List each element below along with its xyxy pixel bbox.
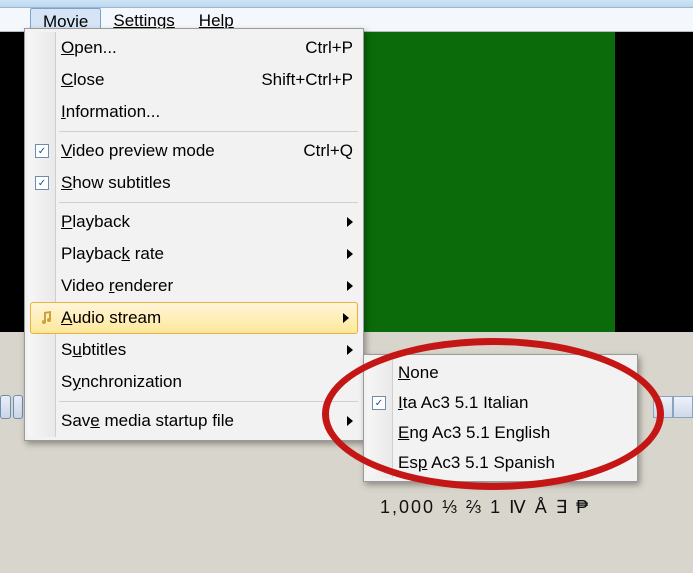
submenu-arrow-icon (347, 345, 353, 355)
audio-stream-submenu: None ✓ Ita Ac3 5.1 Italian Eng Ac3 5.1 E… (363, 354, 638, 482)
menu-item-open[interactable]: Open... Ctrl+P (27, 32, 361, 64)
menu-item-show-subtitles[interactable]: ✓ Show subtitles (27, 167, 361, 199)
right-control-strip (653, 396, 693, 418)
checkbox-icon: ✓ (35, 176, 49, 190)
right-control-seg[interactable] (653, 396, 673, 418)
menu-item-playback[interactable]: Playback (27, 206, 361, 238)
submenu-arrow-icon (347, 217, 353, 227)
right-control-seg[interactable] (673, 396, 693, 418)
submenu-arrow-icon (347, 281, 353, 291)
shortcut-label: Ctrl+Q (303, 141, 353, 161)
menu-separator (59, 131, 358, 132)
movie-menu-dropdown: Open... Ctrl+P Close Shift+Ctrl+P Inform… (24, 28, 364, 441)
menu-item-save-startup-file[interactable]: Save media startup file (27, 405, 361, 437)
submenu-arrow-icon (343, 313, 349, 323)
checkbox-icon: ✓ (35, 144, 49, 158)
menu-separator (59, 202, 358, 203)
menu-item-information[interactable]: Information... (27, 96, 361, 128)
menu-item-audio-stream[interactable]: Audio stream (30, 302, 358, 334)
audio-option-spanish[interactable]: Esp Ac3 5.1 Spanish (366, 448, 635, 478)
menu-item-video-preview[interactable]: ✓ Video preview mode Ctrl+Q (27, 135, 361, 167)
play-button[interactable] (13, 395, 24, 419)
submenu-arrow-icon (347, 416, 353, 426)
audio-option-none[interactable]: None (366, 358, 635, 388)
audio-option-english[interactable]: Eng Ac3 5.1 English (366, 418, 635, 448)
menu-item-playback-rate[interactable]: Playback rate (27, 238, 361, 270)
menu-separator (59, 401, 358, 402)
playback-controls-strip (0, 395, 25, 425)
prev-button[interactable] (0, 395, 11, 419)
submenu-arrow-icon (347, 249, 353, 259)
audio-option-italian[interactable]: ✓ Ita Ac3 5.1 Italian (366, 388, 635, 418)
menu-item-synchronization[interactable]: Synchronization (27, 366, 361, 398)
shortcut-label: Ctrl+P (305, 38, 353, 58)
menu-item-video-renderer[interactable]: Video renderer (27, 270, 361, 302)
window-titlebar-strip (0, 0, 693, 8)
menu-item-close[interactable]: Close Shift+Ctrl+P (27, 64, 361, 96)
checkbox-icon: ✓ (372, 396, 386, 410)
shortcut-label: Shift+Ctrl+P (261, 70, 353, 90)
menu-item-subtitles[interactable]: Subtitles (27, 334, 361, 366)
character-row: 1,000 ⅓ ⅔ 1 Ⅳ Å ∃ ₱ (380, 497, 678, 527)
music-note-icon (38, 310, 54, 326)
